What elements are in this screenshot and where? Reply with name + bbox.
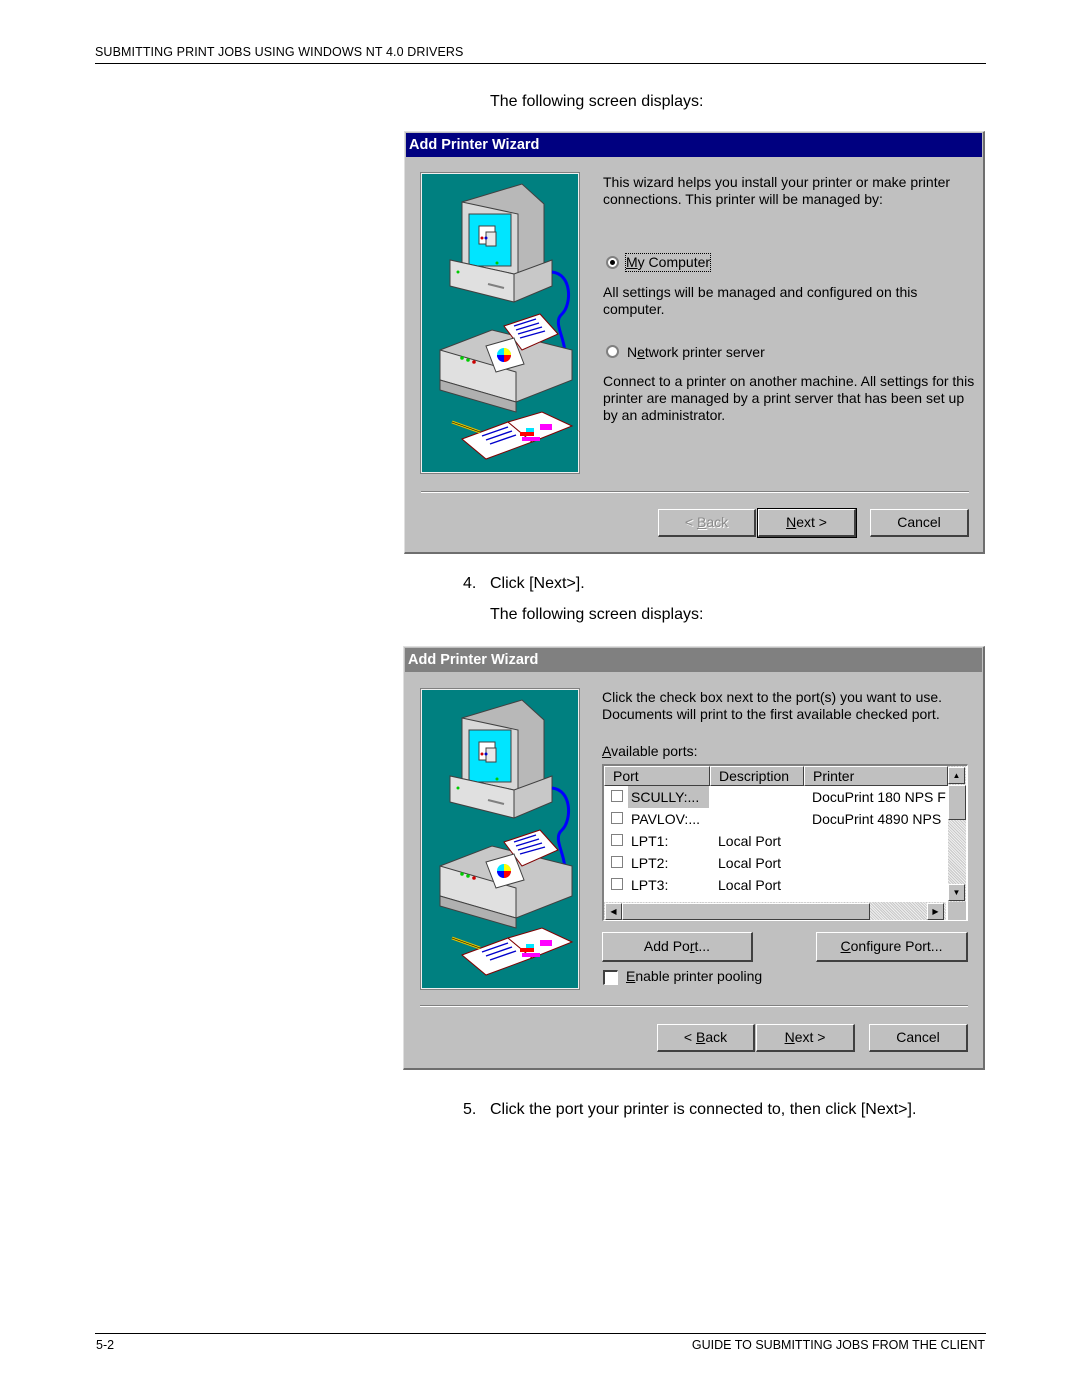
label-text: < (683, 1029, 696, 1045)
next-button[interactable]: Next > (757, 508, 857, 538)
add-printer-wizard-dialog-1: Add Printer Wizard This wizard helps you… (404, 131, 985, 554)
network-printer-server-label[interactable]: Network printer server (627, 344, 765, 361)
label-text: < (684, 514, 697, 530)
wizard-illustration (420, 688, 580, 990)
port-checkbox[interactable] (611, 812, 623, 824)
page-number: 5-2 (96, 1338, 115, 1352)
available-ports-list[interactable]: Port Description Printer SCULLY:... DocuP… (602, 764, 968, 921)
mnemonic: A (602, 743, 612, 759)
enable-printer-pooling-label[interactable]: Enable printer pooling (626, 968, 762, 985)
label-text: ext > (796, 514, 827, 530)
add-printer-wizard-dialog-2: Add Printer Wizard Click the check box n… (403, 646, 985, 1070)
computer-printer-illustration-icon (439, 183, 574, 460)
port-row[interactable]: LPT1: Local Port (604, 830, 948, 852)
port-row[interactable]: SCULLY:... DocuPrint 180 NPS F (604, 786, 948, 808)
ports-intro-text: Click the check box next to the port(s) … (602, 689, 943, 722)
header-rule (95, 63, 986, 64)
step-text: Click the port your printer is connected… (490, 1101, 917, 1118)
radio-selected-dot (610, 260, 615, 265)
label-text: onfigure Port... (850, 938, 943, 954)
step-number: 4. (463, 575, 477, 592)
port-row[interactable]: LPT2: Local Port (604, 852, 948, 874)
step-text: Click [Next>]. (490, 575, 585, 592)
my-computer-label[interactable]: My Computer (624, 253, 712, 272)
printer-cell: DocuPrint 4890 NPS (812, 811, 942, 827)
column-header-printer[interactable]: Printer (804, 766, 948, 786)
column-header-port[interactable]: Port (604, 766, 710, 786)
label-text: vailable ports: (611, 743, 698, 759)
vertical-scroll-thumb[interactable] (948, 785, 966, 820)
port-cell: SCULLY:... (628, 786, 709, 808)
label-text: ext > (794, 1029, 826, 1045)
wizard-intro-text: This wizard helps you install your print… (603, 174, 951, 207)
scroll-down-button[interactable]: ▼ (948, 884, 965, 901)
label-text: twork printer server (644, 344, 765, 360)
port-cell: PAVLOV:... (631, 811, 700, 827)
port-cell: LPT3: (631, 877, 669, 893)
available-ports-label: Available ports: (602, 743, 697, 760)
mnemonic: B (696, 514, 707, 530)
mnemonic: C (840, 938, 851, 954)
intro-text-2: The following screen displays: (490, 606, 704, 623)
dialog-title-bar: Add Printer Wizard (405, 648, 982, 672)
page-header: SUBMITTING PRINT JOBS USING WINDOWS NT 4… (95, 45, 464, 59)
label-text: ack (705, 1029, 728, 1045)
label-text: ack (706, 514, 729, 530)
scrollbar-corner (948, 902, 966, 920)
wizard-illustration (420, 172, 580, 474)
network-printer-server-radio[interactable] (606, 345, 619, 358)
cancel-button[interactable]: Cancel (870, 509, 969, 537)
horizontal-scroll-thumb[interactable] (622, 903, 870, 920)
network-printer-server-description: Connect to a printer on another machine.… (603, 373, 975, 423)
back-button[interactable]: < Back (657, 1024, 755, 1052)
configure-port-button[interactable]: Configure Port... (816, 932, 968, 962)
port-cell: LPT1: (631, 833, 669, 849)
mnemonic: N (784, 1029, 795, 1045)
label-text: y Computer (637, 254, 711, 270)
mnemonic: e (637, 344, 645, 360)
port-checkbox[interactable] (611, 834, 623, 846)
footer-rule (95, 1333, 986, 1334)
mnemonic: E (626, 968, 636, 984)
button-separator (420, 1005, 968, 1007)
next-button[interactable]: Next > (756, 1024, 855, 1052)
label-text: N (627, 344, 638, 360)
port-row[interactable]: PAVLOV:... DocuPrint 4890 NPS (604, 808, 948, 830)
button-separator (421, 491, 969, 493)
mnemonic: B (695, 1029, 706, 1045)
description-cell: Local Port (718, 833, 782, 849)
description-cell: Local Port (718, 855, 782, 871)
description-cell: Local Port (718, 877, 782, 893)
computer-printer-illustration-icon (439, 699, 574, 976)
my-computer-radio[interactable] (606, 256, 619, 269)
intro-text-1: The following screen displays: (490, 93, 704, 110)
page-footer-title: GUIDE TO SUBMITTING JOBS FROM THE CLIENT (691, 1338, 985, 1352)
label-text: t... (694, 938, 711, 954)
label-text: Add Po (643, 938, 690, 954)
my-computer-description: All settings will be managed and configu… (603, 284, 918, 317)
column-header-description[interactable]: Description (710, 766, 804, 786)
scroll-left-button[interactable]: ◀ (605, 903, 622, 920)
cancel-button[interactable]: Cancel (869, 1024, 968, 1052)
step-number: 5. (463, 1101, 477, 1118)
label-text: nable printer pooling (635, 968, 763, 984)
add-port-button[interactable]: Add Port... (602, 932, 753, 962)
port-row[interactable]: LPT3: Local Port (604, 874, 948, 896)
printer-cell: DocuPrint 180 NPS F (812, 789, 946, 805)
enable-printer-pooling-checkbox[interactable] (603, 970, 618, 985)
scroll-right-button[interactable]: ▶ (927, 903, 944, 920)
back-button[interactable]: < Back (658, 509, 756, 537)
mnemonic: M (626, 254, 638, 270)
port-checkbox[interactable] (611, 790, 623, 802)
scroll-up-button[interactable]: ▲ (948, 767, 965, 784)
dialog-title-bar: Add Printer Wizard (406, 133, 982, 157)
port-cell: LPT2: (631, 855, 669, 871)
port-checkbox[interactable] (611, 878, 623, 890)
mnemonic: N (786, 514, 797, 530)
port-checkbox[interactable] (611, 856, 623, 868)
